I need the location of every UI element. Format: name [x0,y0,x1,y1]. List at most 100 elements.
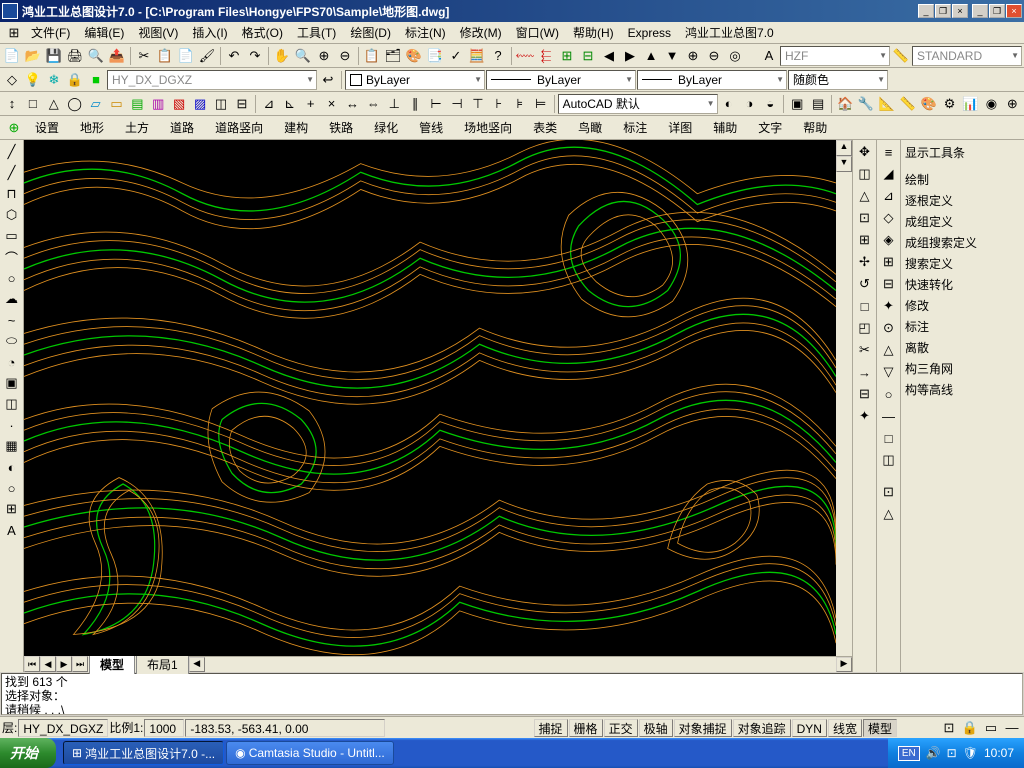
open-icon[interactable]: 📂 [23,46,43,66]
layer-on-icon[interactable]: 💡 [23,70,43,90]
tab-first-icon[interactable]: ⏮ [24,656,40,672]
r3e-icon[interactable]: ▤ [808,94,828,114]
layer-freeze-icon[interactable]: ❄ [44,70,64,90]
rt2-icon[interactable]: ◢ [879,164,899,184]
tab-last-icon[interactable]: ⏭ [72,656,88,672]
app-min-button[interactable]: _ [972,4,988,18]
tab-aux[interactable]: 辅助 [703,117,747,138]
stretch-icon[interactable]: ◰ [855,318,875,338]
explode-icon[interactable]: ✦ [855,406,875,426]
zoom-prev-icon[interactable]: ⊖ [335,46,355,66]
tab-pipeline[interactable]: 管线 [409,117,453,138]
extend-icon[interactable]: → [855,362,875,382]
pline-icon[interactable]: ⊓ [2,184,22,204]
plotstyle-combo[interactable]: 随颜色 [788,70,888,90]
point-icon[interactable]: · [2,415,22,435]
nav6-icon[interactable]: ▶ [620,46,640,66]
menu-draw[interactable]: 绘图(D) [343,22,398,43]
trim-icon[interactable]: ✂ [855,340,875,360]
textstyle-icon[interactable]: A [759,46,779,66]
r3m-icon[interactable]: ◉ [981,94,1001,114]
help-icon[interactable]: ? [488,46,508,66]
item-search-group[interactable]: 成组搜索定义 [905,232,1020,253]
dim11-icon[interactable]: ⊤ [468,94,488,114]
hatch-icon[interactable]: ▦ [2,436,22,456]
nav7-icon[interactable]: ▲ [641,46,661,66]
pan-icon[interactable]: ✋ [272,46,292,66]
item-discrete[interactable]: 离散 [905,337,1020,358]
dc-icon[interactable]: 🗂 [383,46,403,66]
layer-prev-icon[interactable]: ↩ [318,70,338,90]
copy2-icon[interactable]: ◫ [855,164,875,184]
nav4-icon[interactable]: ⊟ [578,46,598,66]
shape3-icon[interactable]: ◯ [65,94,85,114]
dim7-icon[interactable]: ⊥ [384,94,404,114]
region-icon[interactable]: ○ [2,478,22,498]
move-icon[interactable]: ✢ [855,252,875,272]
menu-tools[interactable]: 工具(T) [290,22,343,43]
tab-next-icon[interactable]: ▶ [56,656,72,672]
nav5-icon[interactable]: ◀ [599,46,619,66]
dim8-icon[interactable]: ∥ [405,94,425,114]
tab-prev-icon[interactable]: ◀ [40,656,56,672]
nav10-icon[interactable]: ⊖ [704,46,724,66]
toggle-snap[interactable]: 捕捉 [534,719,568,737]
task-camtasia[interactable]: ◉ Camtasia Studio - Untitl... [226,741,394,765]
mirror-icon[interactable]: △ [855,186,875,206]
item-modify[interactable]: 修改 [905,295,1020,316]
r3i-icon[interactable]: 📏 [898,94,918,114]
status-icon-4[interactable]: — [1002,718,1022,738]
shape5-icon[interactable]: ▭ [107,94,127,114]
layer-color-icon[interactable]: ■ [86,70,106,90]
circle-icon[interactable]: ○ [2,268,22,288]
rt15-icon[interactable]: ◫ [879,450,899,470]
mtext-icon[interactable]: A [2,520,22,540]
r3k-icon[interactable]: ⚙ [940,94,960,114]
menu-help[interactable]: 帮助(H) [566,22,621,43]
doc-restore-button[interactable]: ❐ [935,4,951,18]
item-quick-convert[interactable]: 快速转化 [905,274,1020,295]
status-icon-1[interactable]: ⊡ [939,718,959,738]
qcalc-icon[interactable]: 🧮 [467,46,487,66]
tray-icon-3[interactable]: 🛡 [963,746,978,760]
shape9-icon[interactable]: ▨ [190,94,210,114]
polygon-icon[interactable]: ⬡ [2,205,22,225]
menu-format[interactable]: 格式(O) [235,22,290,43]
new-icon[interactable]: 📄 [2,46,22,66]
color-control[interactable]: ByLayer [345,70,485,90]
rotate-icon[interactable]: ↺ [855,274,875,294]
shape2-icon[interactable]: △ [44,94,64,114]
menu-window[interactable]: 窗口(W) [509,22,566,43]
tray-icon-2[interactable]: ⊡ [947,746,957,760]
rt17-icon[interactable]: △ [879,504,899,524]
layer-combo[interactable]: HY_DX_DGXZ [107,70,317,90]
nav3-icon[interactable]: ⊞ [557,46,577,66]
tab-site-vert[interactable]: 场地竖向 [454,117,522,138]
hongye-icon[interactable]: ⊕ [4,118,24,138]
tray-icon-1[interactable]: 🔊 [926,746,941,760]
cut-icon[interactable]: ✂ [134,46,154,66]
scale-icon[interactable]: □ [855,296,875,316]
rt14-icon[interactable]: □ [879,428,899,448]
menu-modify[interactable]: 修改(M) [453,22,509,43]
tab-help[interactable]: 帮助 [793,117,837,138]
start-button[interactable]: 开始 [0,738,56,768]
matchprop-icon[interactable]: 🖌 [197,46,217,66]
r3h-icon[interactable]: 📐 [877,94,897,114]
status-layer[interactable]: HY_DX_DGXZ [18,719,108,737]
rt10-icon[interactable]: △ [879,340,899,360]
tab-layout1[interactable]: 布局1 [136,654,189,674]
ellipsearc-icon[interactable]: ◔ [2,352,22,372]
erase-icon[interactable]: ✥ [855,142,875,162]
r3b-icon[interactable]: ◑ [739,94,759,114]
r3n-icon[interactable]: ⊕ [1002,94,1022,114]
menu-insert[interactable]: 插入(I) [185,22,234,43]
ssm-icon[interactable]: 📑 [425,46,445,66]
doc-min-button[interactable]: _ [918,4,934,18]
rt5-icon[interactable]: ◈ [879,230,899,250]
app-menu-icon[interactable]: ⊞ [4,23,24,43]
tab-railway[interactable]: 铁路 [319,117,363,138]
print-icon[interactable]: 🖨 [65,46,85,66]
tab-label[interactable]: 标注 [613,117,657,138]
nav9-icon[interactable]: ⊕ [683,46,703,66]
